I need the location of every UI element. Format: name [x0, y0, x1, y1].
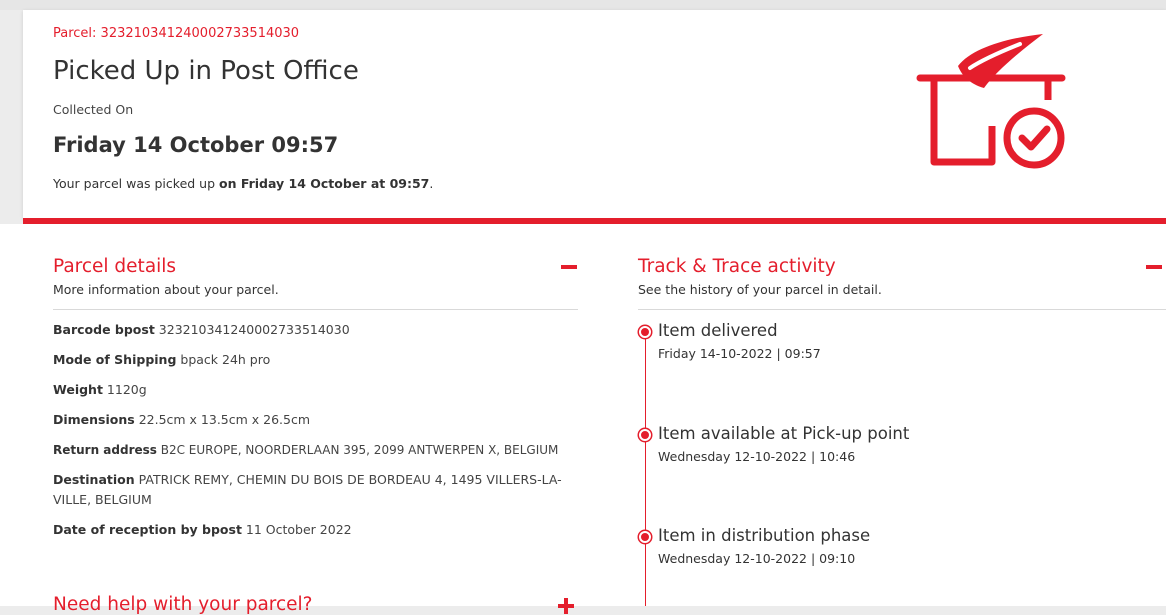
parcel-picked-up-icon: [916, 34, 1066, 169]
timeline-event-title: Item delivered: [658, 321, 778, 340]
detail-label: Dimensions: [53, 412, 135, 427]
detail-row-barcode: Barcode bpost 323210341240002733514030: [53, 320, 583, 340]
detail-row-weight: Weight 1120g: [53, 380, 583, 400]
status-title: Picked Up in Post Office: [53, 56, 359, 86]
parcel-details-title[interactable]: Parcel details: [53, 256, 176, 277]
detail-row-reception-date: Date of reception by bpost 11 October 20…: [53, 520, 583, 540]
expand-need-help-button[interactable]: [558, 598, 574, 614]
detail-value: B2C EUROPE, NOORDERLAAN 395, 2099 ANTWER…: [160, 443, 559, 457]
track-trace-subtitle: See the history of your parcel in detail…: [638, 282, 882, 297]
detail-value: 11 October 2022: [245, 522, 352, 537]
page-background-top: [0, 0, 1166, 10]
detail-value: 1120g: [106, 382, 147, 397]
collapse-track-trace-button[interactable]: [1146, 265, 1162, 269]
timeline-event-time: Friday 14-10-2022 | 09:57: [658, 346, 821, 361]
timeline-dot-icon: [639, 326, 651, 338]
pickup-message-date: on Friday 14 October at 09:57: [219, 176, 430, 191]
pickup-message-suffix: .: [429, 176, 434, 191]
timeline-event-title: Item available at Pick-up point: [658, 424, 910, 443]
timeline-event-time: Wednesday 12-10-2022 | 10:46: [658, 449, 856, 464]
need-help-title[interactable]: Need help with your parcel?: [53, 594, 313, 615]
collected-date: Friday 14 October 09:57: [53, 133, 339, 157]
detail-row-destination: Destination PATRICK REMY, CHEMIN DU BOIS…: [53, 470, 573, 510]
detail-label: Mode of Shipping: [53, 352, 177, 367]
parcel-number: Parcel: 323210341240002733514030: [53, 26, 300, 41]
detail-label: Destination: [53, 472, 135, 487]
timeline-event-title: Item in distribution phase: [658, 526, 871, 545]
detail-row-dimensions: Dimensions 22.5cm x 13.5cm x 26.5cm: [53, 410, 583, 430]
timeline-dot-icon: [639, 531, 651, 543]
timeline-dot-icon: [639, 429, 651, 441]
detail-value: 22.5cm x 13.5cm x 26.5cm: [138, 412, 311, 427]
parcel-details-divider: [53, 309, 578, 310]
collapse-parcel-details-button[interactable]: [561, 265, 577, 269]
detail-value: bpack 24h pro: [180, 352, 271, 367]
track-trace-title[interactable]: Track & Trace activity: [638, 256, 836, 277]
detail-label: Date of reception by bpost: [53, 522, 242, 537]
timeline-line: [645, 333, 646, 606]
detail-row-return-address: Return address B2C EUROPE, NOORDERLAAN 3…: [53, 440, 583, 460]
detail-label: Return address: [53, 443, 157, 457]
timeline-event-time: Wednesday 12-10-2022 | 09:10: [658, 551, 856, 566]
parcel-details-subtitle: More information about your parcel.: [53, 282, 279, 297]
pickup-message: Your parcel was picked up on Friday 14 O…: [53, 176, 433, 191]
track-trace-divider: [638, 309, 1166, 310]
detail-label: Weight: [53, 382, 103, 397]
pickup-message-prefix: Your parcel was picked up: [53, 176, 219, 191]
collected-label: Collected On: [53, 102, 134, 117]
detail-value: 323210341240002733514030: [158, 322, 350, 337]
detail-row-shipping-mode: Mode of Shipping bpack 24h pro: [53, 350, 583, 370]
detail-label: Barcode bpost: [53, 322, 155, 337]
